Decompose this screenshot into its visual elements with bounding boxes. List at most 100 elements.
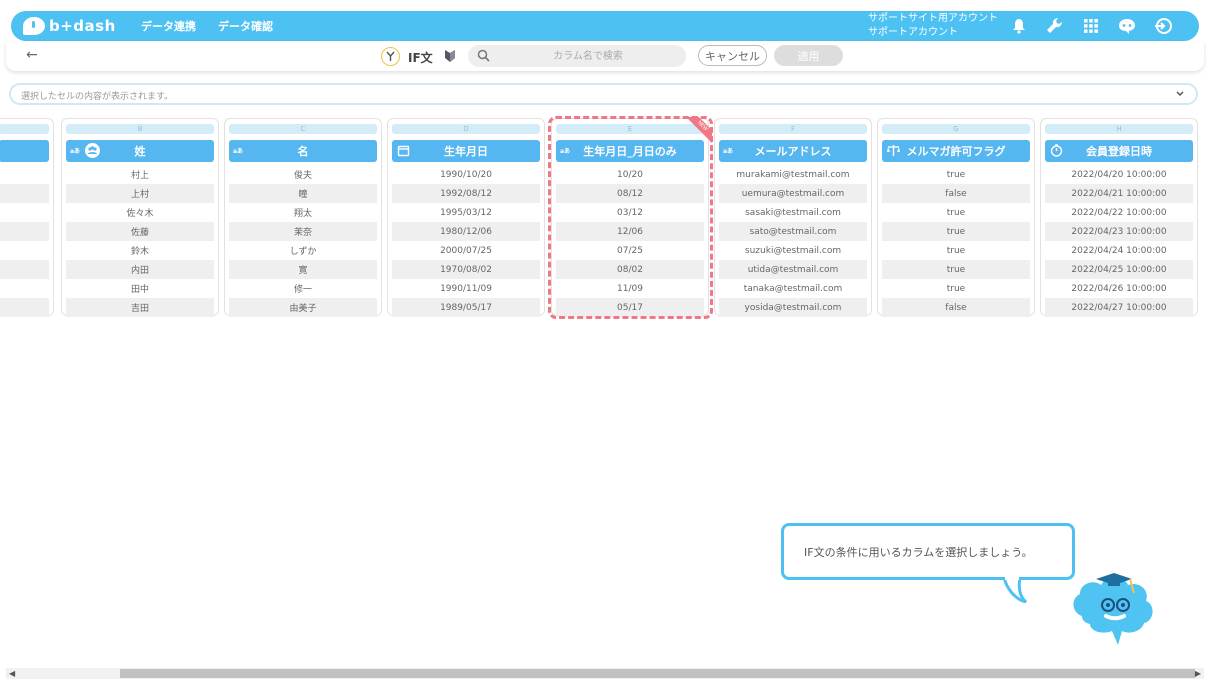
table-cell[interactable]: yosida@testmail.com [719, 298, 867, 317]
table-cell[interactable]: true [882, 260, 1030, 279]
table-cell[interactable]: 1992/08/12 [392, 184, 540, 203]
table-cell[interactable]: 2022/04/24 10:00:00 [1045, 241, 1193, 260]
table-cell[interactable]: 1980/12/06 [392, 222, 540, 241]
column-c[interactable]: Caあ 名俊夫瞳翔太 茉奈 しずか寛修一 由美子 [224, 118, 382, 317]
column-b[interactable]: Baあ 姓村上 上村 佐々木 佐藤 鈴木 内田 田中 吉田 [61, 118, 219, 317]
table-cell[interactable]: 茉奈 [229, 222, 377, 241]
table-cell[interactable]: 鈴木 [66, 241, 214, 260]
account-info[interactable]: サポートサイト用アカウント サポートアカウント [868, 12, 998, 40]
column-search[interactable] [468, 45, 686, 67]
table-cell[interactable]: 佐々木 [66, 203, 214, 222]
back-arrow-icon[interactable]: ← [26, 47, 38, 63]
table-cell[interactable]: 03/12 [556, 203, 704, 222]
chat-icon[interactable] [1117, 16, 1137, 36]
cancel-button[interactable]: キャンセル [698, 45, 767, 66]
table-cell[interactable]: 1995/03/12 [392, 203, 540, 222]
table-cell[interactable]: 08/02 [556, 260, 704, 279]
table-cell[interactable]: 瞳 [229, 184, 377, 203]
table-cell[interactable]: 翔太 [229, 203, 377, 222]
column-header[interactable]: 生年月日 [392, 140, 540, 162]
column-header[interactable]: aあ メールアドレス [719, 140, 867, 162]
column-cells: murakami@testmail.com uemura@testmail.com… [719, 165, 867, 317]
text-type-icon: aあ [560, 148, 571, 155]
column-h[interactable]: H 会員登録日時 2022/04/20 10:00:00 2022/04/21 10:… [1040, 118, 1198, 317]
wrench-icon[interactable] [1045, 16, 1065, 36]
table-cell[interactable]: 05/17 [556, 298, 704, 317]
table-cell[interactable]: しずか [229, 241, 377, 260]
table-cell[interactable]: 寛 [229, 260, 377, 279]
table-cell[interactable]: 1970/08/02 [392, 260, 540, 279]
column-a-partial[interactable] [0, 118, 54, 317]
logout-icon[interactable] [1153, 16, 1173, 36]
table-cell[interactable]: 修一 [229, 279, 377, 298]
nav-link-data-integration[interactable]: データ連携 [141, 18, 196, 34]
scroll-left-icon[interactable]: ◀ [9, 669, 15, 678]
table-cell[interactable]: 田中 [66, 279, 214, 298]
table-cell[interactable]: 俊夫 [229, 165, 377, 184]
table-cell[interactable]: 上村 [66, 184, 214, 203]
table-cell[interactable]: 08/12 [556, 184, 704, 203]
chevron-down-icon[interactable] [1172, 87, 1188, 101]
cell-content-bar[interactable]: 選択したセルの内容が表示されます。 [9, 83, 1198, 105]
column-cells: true false true true true true true false [882, 165, 1030, 317]
table-cell[interactable]: 1990/10/20 [392, 165, 540, 184]
table-cell[interactable]: 吉田 [66, 298, 214, 317]
horizontal-scrollbar[interactable]: ◀ ▶ [6, 668, 1204, 679]
table-cell[interactable]: 由美子 [229, 298, 377, 317]
column-header[interactable]: aあ 生年月日_月日のみ [556, 140, 704, 162]
table-cell[interactable]: sasaki@testmail.com [719, 203, 867, 222]
table-cell[interactable]: true [882, 241, 1030, 260]
scroll-right-icon[interactable]: ▶ [1195, 669, 1201, 678]
table-cell[interactable]: uemura@testmail.com [719, 184, 867, 203]
table-cell[interactable]: 2022/04/21 10:00:00 [1045, 184, 1193, 203]
table-cell[interactable]: 10/20 [556, 165, 704, 184]
column-header[interactable]: 会員登録日時 [1045, 140, 1193, 162]
grid-icon[interactable] [1081, 16, 1101, 36]
if-label: IF文 [408, 51, 433, 65]
table-cell[interactable]: false [882, 298, 1030, 317]
timer-icon [1050, 144, 1063, 157]
table-cell[interactable]: 1989/05/17 [392, 298, 540, 317]
bell-icon[interactable] [1009, 16, 1029, 36]
table-cell[interactable]: 1990/11/09 [392, 279, 540, 298]
table-cell[interactable]: 佐藤 [66, 222, 214, 241]
table-cell[interactable]: true [882, 222, 1030, 241]
table-cell[interactable]: 11/09 [556, 279, 704, 298]
table-cell[interactable]: tanaka@testmail.com [719, 279, 867, 298]
beginner-icon[interactable] [444, 49, 456, 63]
table-cell[interactable]: true [882, 279, 1030, 298]
table-cell[interactable]: murakami@testmail.com [719, 165, 867, 184]
table-cell[interactable]: utida@testmail.com [719, 260, 867, 279]
nav-link-data-check[interactable]: データ確認 [218, 18, 273, 34]
table-cell[interactable]: 村上 [66, 165, 214, 184]
account-line-1: サポートサイト用アカウント [868, 13, 998, 24]
column-e[interactable]: Eaあ 生年月日_月日のみ 10/20 08/12 03/12 12/06 07/25 08/… [551, 118, 709, 317]
text-type-icon: aあ [723, 148, 734, 155]
table-cell[interactable]: suzuki@testmail.com [719, 241, 867, 260]
table-cell[interactable]: 2000/07/25 [392, 241, 540, 260]
column-header[interactable]: メルマガ許可フラグ [882, 140, 1030, 162]
table-cell[interactable]: 12/06 [556, 222, 704, 241]
column-f[interactable]: Faあ メールアドレス murakami@testmail.com uemura@te… [714, 118, 872, 317]
table-cell[interactable]: 2022/04/23 10:00:00 [1045, 222, 1193, 241]
column-d[interactable]: D 生年月日 1990/10/20 1992/08/12 1995/03/12 1980/… [387, 118, 545, 317]
table-cell[interactable]: true [882, 203, 1030, 222]
table-cell[interactable]: 07/25 [556, 241, 704, 260]
table-cell[interactable]: true [882, 165, 1030, 184]
column-header[interactable]: aあ 名 [229, 140, 377, 162]
table-cell[interactable]: 2022/04/27 10:00:00 [1045, 298, 1193, 317]
column-g[interactable]: G メルマガ許可フラグ true false true true true true true f… [877, 118, 1035, 317]
apply-button[interactable]: 適用 [774, 45, 843, 66]
table-cell[interactable]: false [882, 184, 1030, 203]
table-cell[interactable]: 2022/04/26 10:00:00 [1045, 279, 1193, 298]
table-cell[interactable]: sato@testmail.com [719, 222, 867, 241]
app-logo[interactable]: b+dash [23, 17, 117, 35]
table-cell[interactable]: 2022/04/20 10:00:00 [1045, 165, 1193, 184]
table-cell[interactable]: 内田 [66, 260, 214, 279]
table-cell[interactable]: 2022/04/22 10:00:00 [1045, 203, 1193, 222]
column-header[interactable]: aあ 姓 [66, 140, 214, 162]
table-cell[interactable]: 2022/04/25 10:00:00 [1045, 260, 1193, 279]
search-input[interactable] [498, 48, 678, 64]
column-letter: B [66, 124, 214, 134]
scrollbar-thumb[interactable] [120, 669, 1195, 678]
